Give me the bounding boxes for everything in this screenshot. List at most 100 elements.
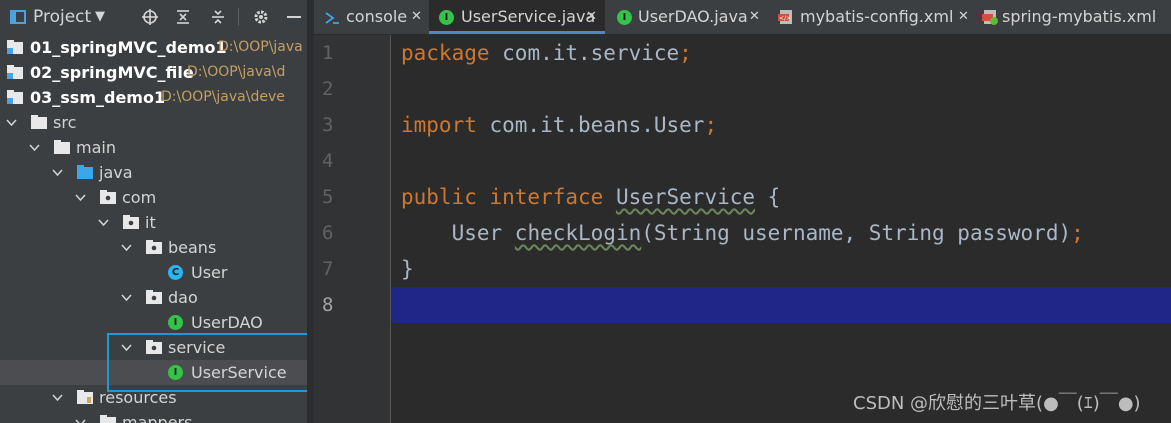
tab-userservice-java[interactable]: I UserService.java ✕ <box>429 0 605 34</box>
tree-label: java <box>99 163 133 182</box>
project-view-icon <box>10 10 26 24</box>
tab-label: spring-mybatis.xml <box>1002 7 1157 26</box>
tree-item-dao[interactable]: dao <box>0 285 307 310</box>
close-icon[interactable]: ✕ <box>749 0 760 34</box>
folder-icon <box>31 115 47 129</box>
tree-item-beans[interactable]: beans <box>0 235 307 260</box>
code-text: { <box>755 185 781 209</box>
tree-item-03-ssm-demo1[interactable]: 03_ssm_demo1 D:\OOP\java\deve <box>0 85 307 110</box>
code-text: com.it.beans.User <box>476 113 705 137</box>
tab-label: UserDAO.java <box>638 7 748 26</box>
tree-item-src[interactable]: src <box>0 110 307 135</box>
line-number: 2 <box>322 78 334 100</box>
package-icon <box>100 190 116 204</box>
code-line-5: public interface UserService { <box>401 179 780 215</box>
annotation-highlight-box <box>107 333 307 392</box>
tree-path: D:\OOP\java\d <box>187 64 286 80</box>
resources-folder-icon <box>77 390 93 404</box>
project-title[interactable]: Project <box>33 0 91 34</box>
code-text: com.it.service <box>489 41 680 65</box>
chevron-down-icon[interactable] <box>52 392 63 403</box>
chevron-down-icon[interactable] <box>98 217 109 228</box>
line-number: 8 <box>322 294 334 316</box>
tree-item-it[interactable]: it <box>0 210 307 235</box>
code-editor[interactable]: 1 2 3 4 5 6 7 8 package com.it.service; … <box>314 35 1171 423</box>
tree-label: User <box>191 263 228 282</box>
close-icon[interactable]: ✕ <box>958 0 969 34</box>
package-icon <box>146 290 162 304</box>
panel-splitter[interactable] <box>307 0 314 423</box>
tree-label: beans <box>168 238 217 257</box>
chevron-down-icon[interactable] <box>52 167 63 178</box>
tree-label: it <box>145 213 156 232</box>
tree-label: com <box>122 188 157 207</box>
tree-item-mappers[interactable]: mappers <box>0 410 307 423</box>
tab-console[interactable]: console ✕ <box>314 0 429 34</box>
semicolon: ; <box>679 41 692 65</box>
code-text: } <box>401 257 414 281</box>
tree-label: 02_springMVC_file <box>30 63 194 82</box>
tree-item-java[interactable]: java <box>0 160 307 185</box>
interface-icon: I <box>168 315 183 330</box>
minimize-icon[interactable] <box>286 9 302 25</box>
keyword: import <box>401 113 477 137</box>
tree-item-user[interactable]: C User <box>0 260 307 285</box>
code-text: (String username, String password) <box>641 221 1072 245</box>
close-icon[interactable]: ✕ <box>411 0 422 34</box>
tree-item-01-springmvc-demo1[interactable]: 01_springMVC_demo1 D:\OOP\java <box>0 35 307 60</box>
gear-icon[interactable] <box>253 9 269 25</box>
chevron-down-icon[interactable] <box>75 192 86 203</box>
tree-path: D:\OOP\java\deve <box>161 89 285 105</box>
tree-item-main[interactable]: main <box>0 135 307 160</box>
collapse-all-icon[interactable] <box>210 9 226 25</box>
project-header: Project ▼ <box>0 0 307 34</box>
chevron-down-icon[interactable] <box>6 117 17 128</box>
code-line-7: } <box>401 251 414 287</box>
tree-label: 01_springMVC_demo1 <box>30 38 227 57</box>
keyword: public <box>401 185 477 209</box>
source-folder-icon <box>77 165 93 179</box>
code-line-6: User checkLogin(String username, String … <box>401 215 1084 251</box>
expand-all-icon[interactable] <box>175 9 191 25</box>
locate-icon[interactable] <box>142 9 158 25</box>
tab-label: UserService.java <box>461 7 596 26</box>
tree-item-userdao[interactable]: I UserDAO <box>0 310 307 335</box>
method-name: checkLogin <box>514 221 642 245</box>
code-line-1: package com.it.service; <box>401 35 692 71</box>
folder-icon <box>100 415 116 423</box>
chevron-down-icon[interactable]: ▼ <box>95 0 105 34</box>
keyword: interface <box>476 185 616 209</box>
tree-item-com[interactable]: com <box>0 185 307 210</box>
keyword: package <box>401 41 490 65</box>
interface-icon: I <box>617 10 632 25</box>
line-number: 3 <box>322 114 334 136</box>
chevron-down-icon[interactable] <box>29 142 40 153</box>
semicolon: ; <box>704 113 718 137</box>
tab-label: mybatis-config.xml <box>800 7 954 26</box>
tab-spring-mybatis-xml[interactable]: spring-mybatis.xml <box>976 0 1171 34</box>
watermark: CSDN @欣慰的三叶草(●￣(ｴ)￣●) <box>853 393 1141 414</box>
editor-tab-bar: console ✕ I UserService.java ✕ I UserDAO… <box>314 0 1171 35</box>
tree-path: D:\OOP\java <box>218 39 303 55</box>
module-folder-icon <box>7 40 23 54</box>
current-line-highlight <box>314 287 1171 323</box>
semicolon: ; <box>1071 221 1084 245</box>
close-icon[interactable]: ✕ <box>586 0 597 34</box>
tree-label: 03_ssm_demo1 <box>30 88 166 107</box>
module-folder-icon <box>7 65 23 79</box>
line-number: 1 <box>322 42 334 64</box>
chevron-down-icon[interactable] <box>121 242 132 253</box>
project-panel: Project ▼ 01_springMVC_demo1 D:\OOP\java… <box>0 0 307 423</box>
tree-item-02-springmvc-file[interactable]: 02_springMVC_file D:\OOP\java\d <box>0 60 307 85</box>
tab-userdao-java[interactable]: I UserDAO.java ✕ <box>605 0 768 34</box>
tab-mybatis-config-xml[interactable]: </> mybatis-config.xml ✕ <box>768 0 976 34</box>
chevron-down-icon[interactable] <box>121 292 132 303</box>
svg-text:</>: </> <box>779 15 791 22</box>
line-number: 6 <box>322 222 334 244</box>
type-name: UserService <box>615 185 756 209</box>
chevron-down-icon[interactable] <box>75 417 86 423</box>
package-icon <box>146 240 162 254</box>
class-icon: C <box>168 265 183 280</box>
line-number: 7 <box>322 258 334 280</box>
spring-xml-file-icon <box>982 10 998 25</box>
